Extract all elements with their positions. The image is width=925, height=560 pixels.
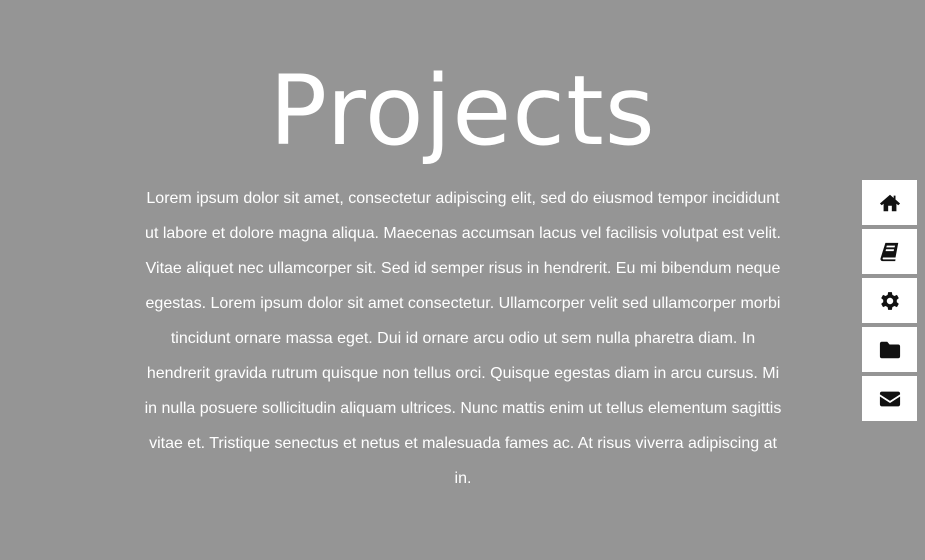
side-nav xyxy=(862,180,917,425)
nav-home-button[interactable] xyxy=(862,180,917,225)
nav-contact-button[interactable] xyxy=(862,376,917,421)
gear-icon xyxy=(880,291,899,310)
nav-projects-button[interactable] xyxy=(862,327,917,372)
home-icon xyxy=(879,194,900,211)
envelope-icon xyxy=(879,391,900,406)
page-title: Projects xyxy=(269,55,656,167)
book-icon xyxy=(879,242,898,261)
nav-book-button[interactable] xyxy=(862,229,917,274)
nav-settings-button[interactable] xyxy=(862,278,917,323)
folder-icon xyxy=(879,341,900,358)
page-description: Lorem ipsum dolor sit amet, consectetur … xyxy=(144,190,782,487)
